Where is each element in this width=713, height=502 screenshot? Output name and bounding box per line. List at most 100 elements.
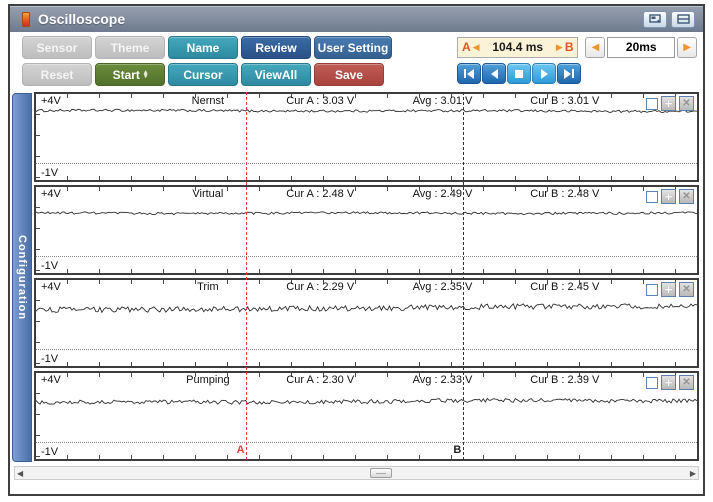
reset-button-label: Reset (40, 67, 74, 82)
top-scale-label: +4V (41, 374, 61, 386)
start-button[interactable]: Start ▴ ▾ (95, 63, 165, 86)
review-button-label: Review (255, 40, 297, 55)
cursor-button[interactable]: Cursor (168, 63, 238, 86)
left-tick-ruler (36, 94, 40, 180)
right-arrow-icon: ▶ (683, 41, 691, 53)
left-tick-ruler (36, 187, 40, 273)
channel-name: Virtual (192, 188, 224, 200)
name-button-label: Name (186, 40, 220, 55)
cursor-a-readout: Cur A : 2.30 V (286, 374, 355, 386)
channel-panels: +4V Nernst Cur A : 3.03 V Avg : 3.01 V C… (34, 92, 699, 462)
skip-to-start-button[interactable] (457, 63, 481, 84)
detach-window-button[interactable] (643, 10, 667, 28)
step-back-button[interactable] (482, 63, 506, 84)
channel-zoom-button[interactable]: + (661, 189, 676, 204)
cursor-b-nudge-icon[interactable]: ▶ (556, 42, 563, 53)
name-button[interactable]: Name (168, 36, 238, 59)
channel-panel-virtual: +4V Virtual Cur A : 2.48 V Avg : 2.49 V … (34, 185, 699, 275)
channel-close-button[interactable]: ✕ (679, 375, 694, 390)
configuration-tab-label: Configuration (16, 234, 28, 321)
stop-button[interactable] (507, 63, 531, 84)
channel-close-button[interactable]: ✕ (679, 189, 694, 204)
channel-checkbox[interactable] (646, 283, 658, 296)
bottom-scale-label: -1V (41, 446, 59, 458)
zero-gridline (36, 163, 697, 164)
bottom-tick-ruler (36, 362, 697, 366)
cursor-a-readout: Cur A : 3.03 V (286, 95, 355, 107)
left-tick-ruler (36, 280, 40, 366)
cursor-b-line[interactable] (462, 92, 464, 460)
channel-zoom-button[interactable]: + (661, 375, 676, 390)
close-icon: ✕ (682, 283, 691, 295)
step-back-icon (490, 68, 498, 79)
bottom-scale-label: -1V (41, 167, 59, 179)
zero-gridline (36, 256, 697, 257)
timebase-increase-button[interactable]: ▶ (677, 36, 698, 58)
scope-content: Configuration +4V Nernst Cur A : 3.03 V … (12, 92, 701, 492)
bottom-tick-ruler (36, 269, 697, 273)
channel-panel-nernst: +4V Nernst Cur A : 3.03 V Avg : 3.01 V C… (34, 92, 699, 182)
theme-button-label: Theme (110, 40, 150, 55)
channel-close-button[interactable]: ✕ (679, 282, 694, 297)
user-setting-button[interactable]: User Setting (314, 36, 392, 59)
review-button[interactable]: Review (241, 36, 311, 59)
plus-icon: + (664, 282, 673, 297)
left-arrow-icon: ◀ (591, 41, 600, 53)
cursor-a-nudge-icon[interactable]: ◀ (473, 42, 480, 53)
save-button[interactable]: Save (314, 63, 384, 86)
channel-zoom-button[interactable]: + (661, 282, 676, 297)
channel-name: Trim (197, 281, 219, 293)
cursor-b-letter: B (564, 40, 574, 54)
start-button-label: Start (112, 67, 140, 82)
horizontal-scrollbar[interactable]: ◀ ▶ (14, 466, 699, 480)
play-icon (540, 68, 548, 79)
scrollbar-thumb[interactable] (370, 468, 393, 478)
timebase-value[interactable]: 20ms (607, 36, 676, 58)
cursor-b-readout: Cur B : 3.01 V (530, 95, 600, 107)
scroll-right-icon[interactable]: ▶ (690, 469, 696, 478)
configuration-tab[interactable]: Configuration (12, 93, 32, 462)
channel-panel-trim: +4V Trim Cur A : 2.29 V Avg : 2.35 V Cur… (34, 278, 699, 368)
play-button[interactable] (532, 63, 556, 84)
viewall-button-label: ViewAll (254, 67, 298, 82)
plus-icon: + (664, 96, 673, 111)
toolbar: Sensor Theme Name Review User Setting Re… (10, 32, 703, 92)
app-icon (22, 11, 30, 27)
theme-button[interactable]: Theme (95, 36, 165, 59)
channel-zoom-button[interactable]: + (661, 96, 676, 111)
collapse-window-icon (676, 14, 690, 24)
channel-checkbox[interactable] (646, 376, 658, 389)
zero-gridline (36, 349, 697, 350)
timebase-decrease-button[interactable]: ◀ (585, 36, 606, 58)
close-icon: ✕ (682, 376, 691, 388)
cursor-a-readout: Cur A : 2.29 V (286, 281, 355, 293)
top-scale-label: +4V (41, 95, 61, 107)
skip-start-icon (464, 69, 466, 78)
close-icon: ✕ (682, 97, 691, 109)
channel-close-button[interactable]: ✕ (679, 96, 694, 111)
viewall-button[interactable]: ViewAll (241, 63, 311, 86)
zero-gridline (36, 442, 697, 443)
bottom-scale-label: -1V (41, 260, 59, 272)
cursor-b-readout: Cur B : 2.39 V (530, 374, 600, 386)
close-icon: ✕ (682, 190, 691, 202)
sensor-button-label: Sensor (36, 40, 78, 55)
bottom-tick-ruler (36, 455, 697, 459)
cursor-delta-box[interactable]: A ◀ 104.4 ms ▶ B (457, 36, 579, 58)
scroll-left-icon[interactable]: ◀ (17, 469, 23, 478)
bottom-tick-ruler (36, 176, 697, 180)
reset-button[interactable]: Reset (22, 63, 92, 86)
save-button-label: Save (334, 67, 364, 82)
start-spinner-icon[interactable]: ▴ ▾ (144, 69, 148, 80)
collapse-window-button[interactable] (671, 10, 695, 28)
plus-icon: + (664, 375, 673, 390)
left-tick-ruler (36, 373, 40, 459)
channel-checkbox[interactable] (646, 97, 658, 110)
top-scale-label: +4V (41, 281, 61, 293)
channel-checkbox[interactable] (646, 190, 658, 203)
cursor-a-line[interactable] (246, 92, 248, 460)
skip-to-end-button[interactable] (557, 63, 581, 84)
skip-end-icon (564, 68, 571, 79)
sensor-button[interactable]: Sensor (22, 36, 92, 59)
transport-controls (457, 63, 697, 84)
